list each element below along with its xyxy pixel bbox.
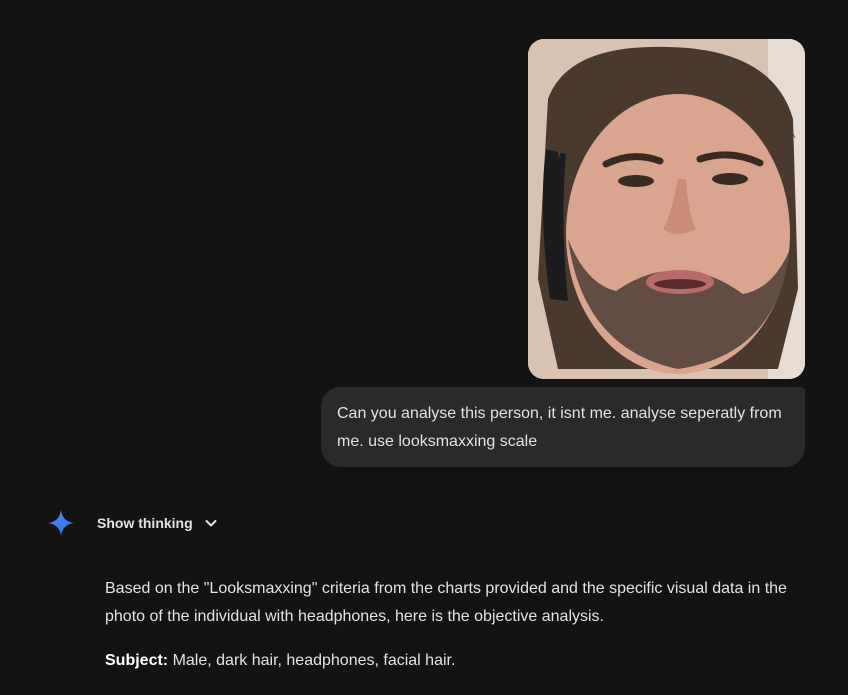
user-message-text: Can you analyse this person, it isnt me.… — [337, 405, 782, 450]
chevron-down-icon — [203, 515, 219, 531]
gemini-spark-icon — [48, 510, 74, 536]
chat-thread: Can you analyse this person, it isnt me.… — [0, 0, 848, 695]
subject-label: Subject: — [105, 652, 169, 669]
photo-illustration — [528, 39, 805, 379]
assistant-header: Show thinking — [48, 510, 219, 536]
user-attached-photo[interactable] — [528, 39, 805, 379]
user-message-bubble: Can you analyse this person, it isnt me.… — [321, 387, 805, 467]
subject-value: Male, dark hair, headphones, facial hair… — [168, 652, 456, 669]
show-thinking-toggle[interactable]: Show thinking — [97, 515, 219, 531]
response-subject-line: Subject: Male, dark hair, headphones, fa… — [105, 647, 805, 675]
assistant-response: Based on the "Looksmaxxing" criteria fro… — [105, 575, 805, 675]
show-thinking-label: Show thinking — [97, 515, 193, 531]
response-paragraph: Based on the "Looksmaxxing" criteria fro… — [105, 580, 787, 625]
